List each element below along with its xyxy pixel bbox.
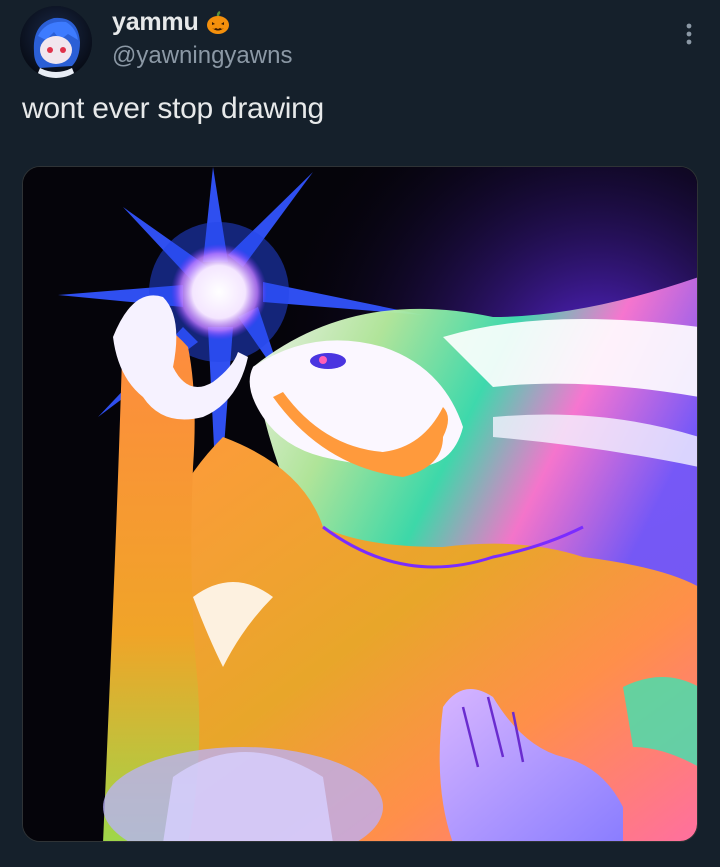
display-name[interactable]: yammu bbox=[112, 8, 199, 37]
more-vertical-icon[interactable] bbox=[682, 20, 696, 48]
avatar[interactable] bbox=[20, 6, 92, 78]
tweet[interactable]: yammu @yawningyawns wont ever stop drawi… bbox=[0, 0, 720, 867]
tweet-media-image[interactable] bbox=[22, 166, 698, 842]
author-handle[interactable]: @yawningyawns bbox=[112, 42, 292, 70]
author-name-row[interactable]: yammu bbox=[112, 8, 231, 37]
tweet-text: wont ever stop drawing bbox=[22, 92, 324, 125]
pumpkin-icon bbox=[205, 10, 231, 36]
